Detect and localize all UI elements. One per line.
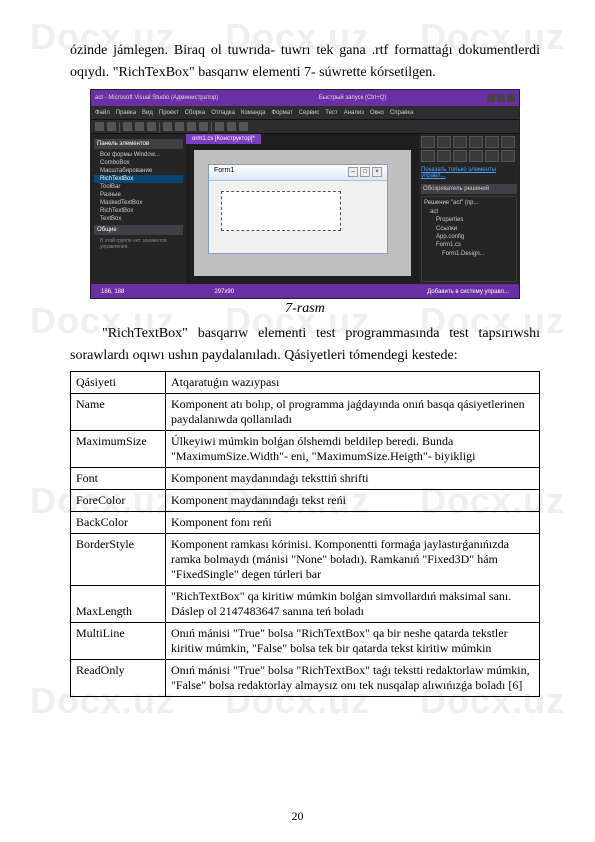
- screenshot-visual-studio: act - Microsoft Visual Studio (Администр…: [90, 89, 520, 299]
- table-row: ForeColorKomponent maydanındaǵı tekst re…: [71, 489, 540, 511]
- menu-test[interactable]: Тест: [325, 110, 337, 116]
- table-cell: BorderStyle: [71, 533, 166, 585]
- toolbox-item[interactable]: Масштабирование: [94, 167, 183, 175]
- table-cell: ReadOnly: [71, 659, 166, 696]
- menu-window[interactable]: Окно: [370, 110, 384, 116]
- menu-file[interactable]: Файл: [95, 110, 110, 116]
- solution-explorer-header: Обозреватель решений: [421, 184, 517, 194]
- table-cell: MaxLength: [71, 585, 166, 622]
- toolbox-tip: В этой группе нет элементов управления.: [94, 237, 183, 251]
- status-size: 297x90: [214, 289, 234, 295]
- menu-edit[interactable]: Правка: [116, 110, 136, 116]
- table-cell: Onıń mánisi "True" bolsa "RichTextBox" t…: [166, 659, 540, 696]
- table-cell: MultiLine: [71, 622, 166, 659]
- menu-view[interactable]: Вид: [142, 110, 153, 116]
- toolbox-item-selected[interactable]: RichTextBox: [94, 175, 183, 183]
- menu-build[interactable]: Сборка: [185, 110, 206, 116]
- menu-analyze[interactable]: Анализ: [344, 110, 364, 116]
- toolbox-item[interactable]: MaskedTextBox: [94, 199, 183, 207]
- quick-launch: Быстрый запуск (Ctrl+Q): [319, 90, 387, 106]
- toolbox-item[interactable]: ToolBar: [94, 183, 183, 191]
- right-panels: Показать только элементы управл... Обозр…: [419, 134, 519, 284]
- table-row: MaximumSizeÚlkeyiwi múmkin bolǵan ólshem…: [71, 430, 540, 467]
- table-header-cell: Qásiyeti: [71, 371, 166, 393]
- right-link[interactable]: Показать только элементы управл...: [421, 167, 517, 179]
- table-cell: Font: [71, 467, 166, 489]
- close-icon: ×: [372, 167, 382, 177]
- toolbar: [91, 120, 519, 134]
- richtextbox-control[interactable]: [221, 191, 341, 231]
- menu-tools[interactable]: Сервис: [299, 110, 320, 116]
- properties-table: Qásiyeti Atqaratuǵın wazıypası NameKompo…: [70, 371, 540, 697]
- maximize-icon: □: [360, 167, 370, 177]
- designer-tab[interactable]: orm1.cs [Конструктор]*: [186, 134, 261, 144]
- table-row: MaxLength"RichTextBox" qa kiritiw múmkin…: [71, 585, 540, 622]
- sol-item[interactable]: App.config: [424, 233, 514, 241]
- minimize-icon: –: [348, 167, 358, 177]
- table-cell: Onıń mánisi "True" bolsa "RichTextBox" q…: [166, 622, 540, 659]
- table-row: MultiLineOnıń mánisi "True" bolsa "RichT…: [71, 622, 540, 659]
- table-row: NameKomponent atı bolıp, ol programma ja…: [71, 393, 540, 430]
- table-row: BackColorKomponent fonı reńi: [71, 511, 540, 533]
- menu-help[interactable]: Справка: [390, 110, 414, 116]
- window-title: act - Microsoft Visual Studio (Администр…: [95, 90, 218, 106]
- table-cell: Name: [71, 393, 166, 430]
- sol-item[interactable]: Form1.Design...: [424, 250, 514, 258]
- winform-preview: Form1 –□×: [208, 164, 388, 254]
- status-vcs: Добавить в систему управл...: [427, 289, 509, 295]
- sol-item[interactable]: Form1.cs: [424, 241, 514, 249]
- toolbox-group: Общие: [94, 225, 183, 235]
- table-cell: Komponent ramkası kórinisi. Komponentti …: [166, 533, 540, 585]
- layout-buttons: [421, 136, 517, 148]
- sol-item[interactable]: Ссылки: [424, 225, 514, 233]
- table-cell: ForeColor: [71, 489, 166, 511]
- toolbox-item[interactable]: RichTextBox: [94, 207, 183, 215]
- toolbox-item[interactable]: ComboBox: [94, 159, 183, 167]
- toolbox-item[interactable]: Все формы Window...: [94, 151, 183, 159]
- figure-caption: 7-rasm: [70, 301, 540, 317]
- table-row: BorderStyleKomponent ramkası kórinisi. K…: [71, 533, 540, 585]
- toolbox-panel: Панель элементов Все формы Window... Com…: [91, 134, 186, 284]
- toolbox-item[interactable]: Разные: [94, 191, 183, 199]
- table-cell: MaximumSize: [71, 430, 166, 467]
- page-number: 20: [0, 809, 595, 824]
- sol-item[interactable]: Решение "act" (пр...: [424, 199, 514, 207]
- status-position: 186, 188: [101, 289, 124, 295]
- menu-project[interactable]: Проект: [159, 110, 179, 116]
- table-cell: Komponent maydanındaǵı tekst reńi: [166, 489, 540, 511]
- table-cell: Komponent atı bolıp, ol programma jaǵday…: [166, 393, 540, 430]
- menu-bar: Файл Правка Вид Проект Сборка Отладка Ко…: [91, 106, 519, 120]
- sol-item[interactable]: act: [424, 208, 514, 216]
- form-title: Form1: [214, 167, 234, 178]
- table-cell: Komponent fonı reńi: [166, 511, 540, 533]
- table-cell: Úlkeyiwi múmkin bolǵan ólshemdi beldilep…: [166, 430, 540, 467]
- table-cell: "RichTextBox" qa kiritiw múmkin bolǵan s…: [166, 585, 540, 622]
- status-bar: 186, 188 297x90 Добавить в систему управ…: [91, 284, 519, 299]
- table-header-cell: Atqaratuǵın wazıypası: [166, 371, 540, 393]
- paragraph-description: "RichTextBox" basqarıw elementi test pro…: [70, 323, 540, 366]
- sol-item[interactable]: Properties: [424, 216, 514, 224]
- paragraph-intro: ózinde jámlegen. Biraq ol tuwrıda- tuwrı…: [70, 40, 540, 83]
- toolbox-item[interactable]: TextBox: [94, 215, 183, 223]
- table-cell: Komponent maydanındaǵı teksttiń shrifti: [166, 467, 540, 489]
- menu-format[interactable]: Формат: [271, 110, 292, 116]
- designer-canvas: orm1.cs [Конструктор]* Form1 –□×: [186, 134, 419, 284]
- table-row: ReadOnlyOnıń mánisi "True" bolsa "RichTe…: [71, 659, 540, 696]
- menu-team[interactable]: Команда: [241, 110, 265, 116]
- solution-explorer: Решение "act" (пр... act Properties Ссыл…: [421, 196, 517, 282]
- table-cell: BackColor: [71, 511, 166, 533]
- toolbox-header: Панель элементов: [94, 139, 183, 149]
- table-header-row: Qásiyeti Atqaratuǵın wazıypası: [71, 371, 540, 393]
- layout-buttons: [421, 150, 517, 162]
- menu-debug[interactable]: Отладка: [211, 110, 235, 116]
- table-row: FontKomponent maydanındaǵı teksttiń shri…: [71, 467, 540, 489]
